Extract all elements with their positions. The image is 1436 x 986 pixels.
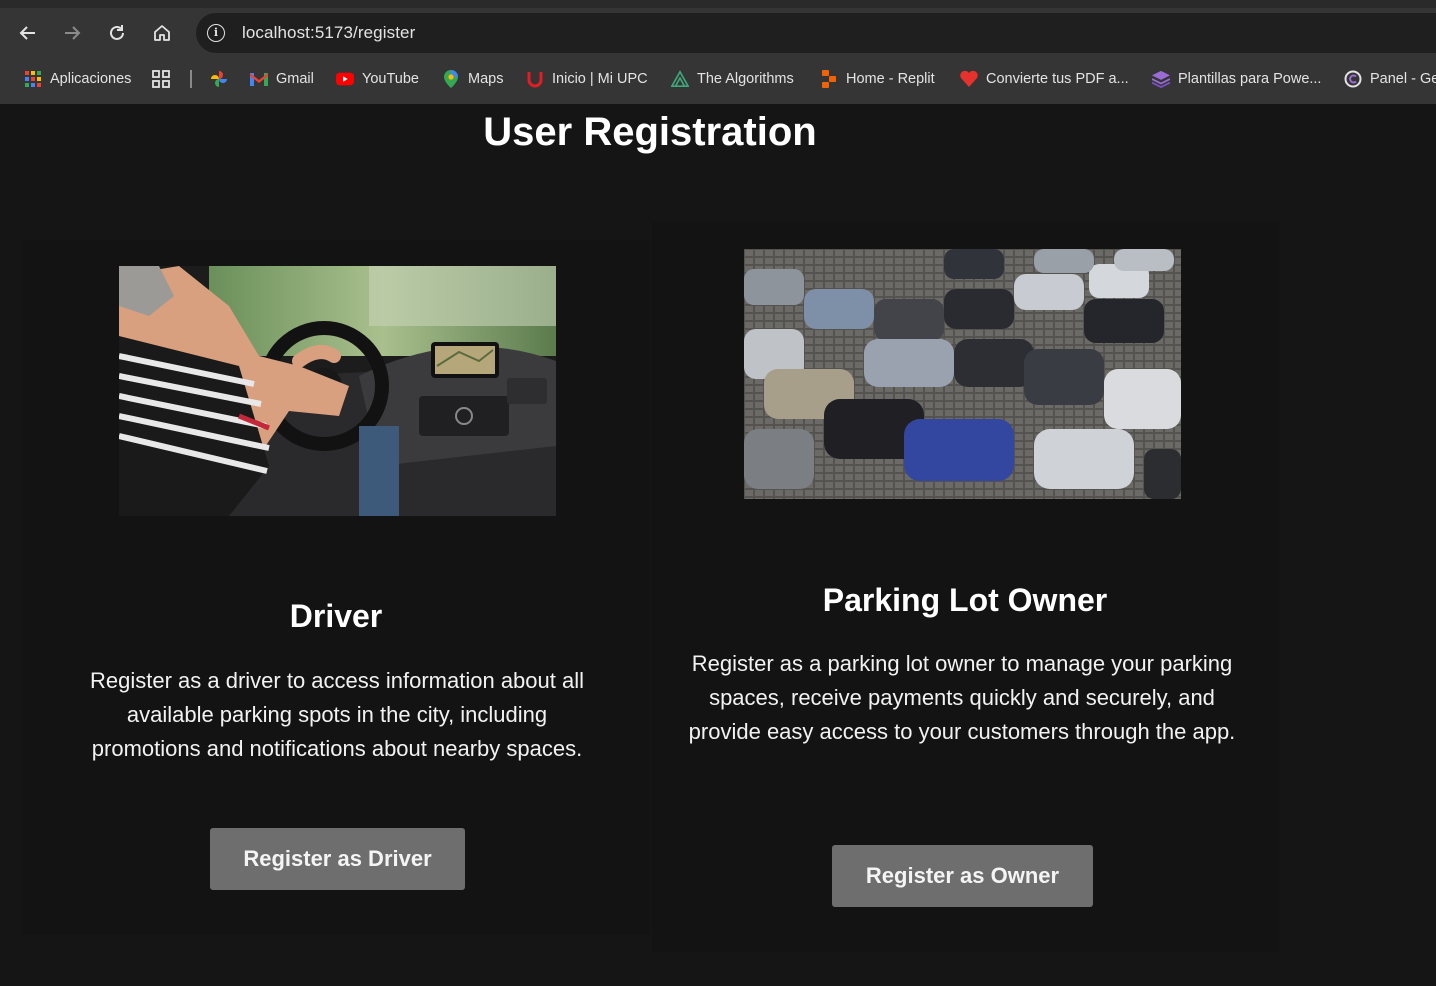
bookmark-convierte-pdf[interactable]: Convierte tus PDF a... bbox=[960, 68, 1129, 90]
page-title: User Registration bbox=[483, 110, 817, 154]
slides-icon bbox=[1152, 70, 1170, 88]
replit-icon bbox=[820, 70, 838, 88]
bookmark-label: Gmail bbox=[276, 71, 314, 87]
photos-icon bbox=[210, 70, 228, 88]
driver-card: Driver Register as a driver to access in… bbox=[22, 240, 650, 935]
bookmark-label: Maps bbox=[468, 71, 504, 87]
bookmark-tab-groups[interactable] bbox=[152, 68, 178, 90]
forward-arrow-icon[interactable] bbox=[59, 20, 85, 46]
youtube-icon bbox=[336, 70, 354, 88]
tab-strip bbox=[0, 0, 1436, 8]
bookmark-gmail[interactable]: Gmail bbox=[250, 68, 314, 90]
pdf-heart-icon bbox=[960, 70, 978, 88]
bookmark-plantillas[interactable]: Plantillas para Powe... bbox=[1152, 68, 1321, 90]
bookmark-youtube[interactable]: YouTube bbox=[336, 68, 419, 90]
home-icon[interactable] bbox=[149, 20, 175, 46]
reload-icon[interactable] bbox=[104, 20, 130, 46]
maps-icon bbox=[442, 70, 460, 88]
bookmark-label: Panel - Ge bbox=[1370, 71, 1436, 87]
driver-heading: Driver bbox=[289, 598, 383, 634]
bookmark-label: Inicio | Mi UPC bbox=[552, 71, 648, 87]
owner-description: Register as a parking lot owner to manag… bbox=[688, 651, 1236, 744]
bookmark-label: Aplicaciones bbox=[50, 71, 132, 87]
site-info-icon[interactable]: i bbox=[207, 24, 225, 42]
driver-photo bbox=[119, 266, 556, 516]
bookmark-replit[interactable]: Home - Replit bbox=[820, 68, 935, 90]
bookmark-panel[interactable]: Panel - Ge bbox=[1344, 68, 1436, 90]
back-arrow-icon[interactable] bbox=[15, 20, 41, 46]
register-owner-button[interactable]: Register as Owner bbox=[832, 845, 1093, 907]
owner-card: Parking Lot Owner Register as a parking … bbox=[652, 222, 1278, 952]
grid-icon bbox=[152, 70, 170, 88]
bookmark-label: Home - Replit bbox=[846, 71, 935, 87]
driver-description: Register as a driver to access informati… bbox=[89, 668, 584, 761]
url-text: localhost:5173/register bbox=[242, 23, 416, 42]
bookmark-label: Convierte tus PDF a... bbox=[986, 71, 1129, 87]
algorithms-icon bbox=[671, 70, 689, 88]
bookmarks-bar: Aplicaciones Gmail YouTube Maps Inicio |… bbox=[0, 64, 1436, 94]
bookmark-mi-upc[interactable]: Inicio | Mi UPC bbox=[526, 68, 648, 90]
bookmark-label: The Algorithms bbox=[697, 71, 794, 87]
owner-heading: Parking Lot Owner bbox=[822, 582, 1108, 618]
register-driver-button[interactable]: Register as Driver bbox=[210, 828, 465, 890]
bookmark-the-algorithms[interactable]: The Algorithms bbox=[671, 68, 794, 90]
gmail-icon bbox=[250, 70, 268, 88]
upc-icon bbox=[526, 70, 544, 88]
bookmark-label: Plantillas para Powe... bbox=[1178, 71, 1322, 87]
bookmark-aplicaciones[interactable]: Aplicaciones bbox=[24, 68, 131, 90]
browser-toolbar: i localhost:5173/register Aplicaciones G… bbox=[0, 0, 1436, 104]
parking-lot-photo bbox=[744, 249, 1181, 499]
bookmark-photos[interactable] bbox=[210, 68, 236, 90]
panel-icon bbox=[1344, 70, 1362, 88]
bookmark-label: YouTube bbox=[362, 71, 419, 87]
address-bar[interactable]: i localhost:5173/register bbox=[196, 13, 1436, 53]
apps-grid-icon bbox=[24, 70, 42, 88]
bookmark-maps[interactable]: Maps bbox=[442, 68, 503, 90]
